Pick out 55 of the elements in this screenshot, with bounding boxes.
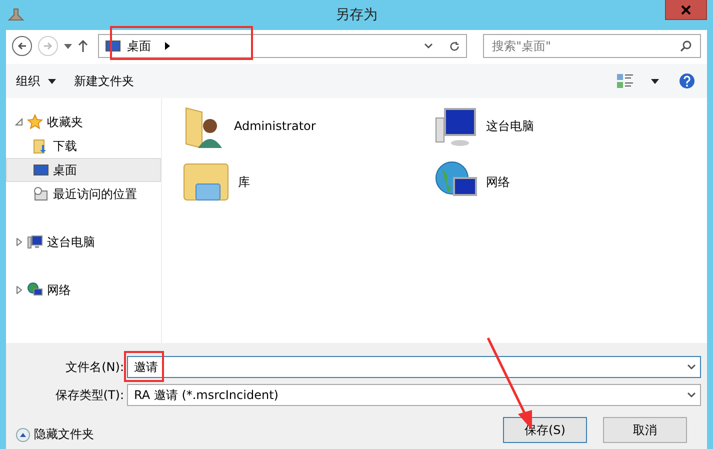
help-icon xyxy=(679,73,695,89)
refresh-icon xyxy=(449,40,460,52)
view-list-icon xyxy=(617,74,633,88)
content-item[interactable]: 库 xyxy=(182,154,434,210)
star-icon xyxy=(27,114,43,130)
expand-arrow-icon xyxy=(15,286,23,294)
file-name-label: 文件名(N): xyxy=(64,358,124,376)
view-dropdown-button[interactable] xyxy=(651,78,659,84)
close-icon xyxy=(681,4,691,14)
network-icon xyxy=(27,282,43,298)
desktop-icon xyxy=(33,162,49,178)
annotation-box xyxy=(124,351,164,382)
address-field[interactable]: 桌面 xyxy=(98,34,467,58)
back-arrow-icon xyxy=(17,41,27,51)
sidebar-item[interactable]: 桌面 xyxy=(6,158,161,182)
file-name-field[interactable]: 邀请 xyxy=(127,356,701,378)
up-arrow-icon xyxy=(78,40,88,52)
new-folder-button[interactable]: 新建文件夹 xyxy=(74,70,134,92)
content-item[interactable]: 网络 xyxy=(434,154,634,210)
recent-dropdown-button[interactable] xyxy=(64,44,72,48)
sidebar-item[interactable]: 下载 xyxy=(6,134,161,158)
computer-icon xyxy=(27,234,43,250)
window-title: 另存为 xyxy=(336,6,378,24)
search-field[interactable]: 搜索"桌面" xyxy=(483,34,701,58)
app-icon xyxy=(8,8,24,22)
forward-arrow-icon xyxy=(43,41,53,51)
content-item[interactable]: Administrator xyxy=(182,98,434,154)
collapse-arrow-icon xyxy=(15,118,23,126)
hide-folders-button[interactable]: 隐藏文件夹 xyxy=(16,426,94,443)
sidebar-item[interactable]: 网络 xyxy=(6,278,161,302)
dropdown-chevron-icon xyxy=(687,364,696,370)
help-button[interactable] xyxy=(677,71,697,91)
dropdown-chevron-icon xyxy=(687,392,696,398)
caret-icon xyxy=(64,44,72,48)
caret-icon xyxy=(651,78,659,84)
sidebar-item[interactable]: 最近访问的位置 xyxy=(6,182,161,206)
up-button[interactable] xyxy=(78,40,88,52)
expand-arrow-icon xyxy=(15,238,23,246)
dropdown-chevron-icon xyxy=(424,43,433,49)
search-icon xyxy=(680,40,692,52)
breadcrumb-arrow-icon xyxy=(165,42,170,50)
address-location: 桌面 xyxy=(127,38,151,54)
close-button[interactable] xyxy=(665,0,707,20)
caret-icon xyxy=(48,78,56,84)
organize-menu[interactable]: 组织 xyxy=(16,70,56,92)
sidebar-item[interactable]: 收藏夹 xyxy=(6,110,161,134)
cancel-button[interactable]: 取消 xyxy=(603,417,687,443)
recent-places-icon xyxy=(33,186,49,202)
folder-download-icon xyxy=(33,138,49,154)
view-options-button[interactable] xyxy=(617,74,633,88)
save-type-label: 保存类型(T): xyxy=(54,386,124,404)
back-button[interactable] xyxy=(12,36,32,56)
content-item[interactable]: 这台电脑 xyxy=(434,98,634,154)
save-type-dropdown[interactable]: RA 邀请 (*.msrcIncident) xyxy=(127,384,701,406)
sidebar-item[interactable]: 这台电脑 xyxy=(6,230,161,254)
